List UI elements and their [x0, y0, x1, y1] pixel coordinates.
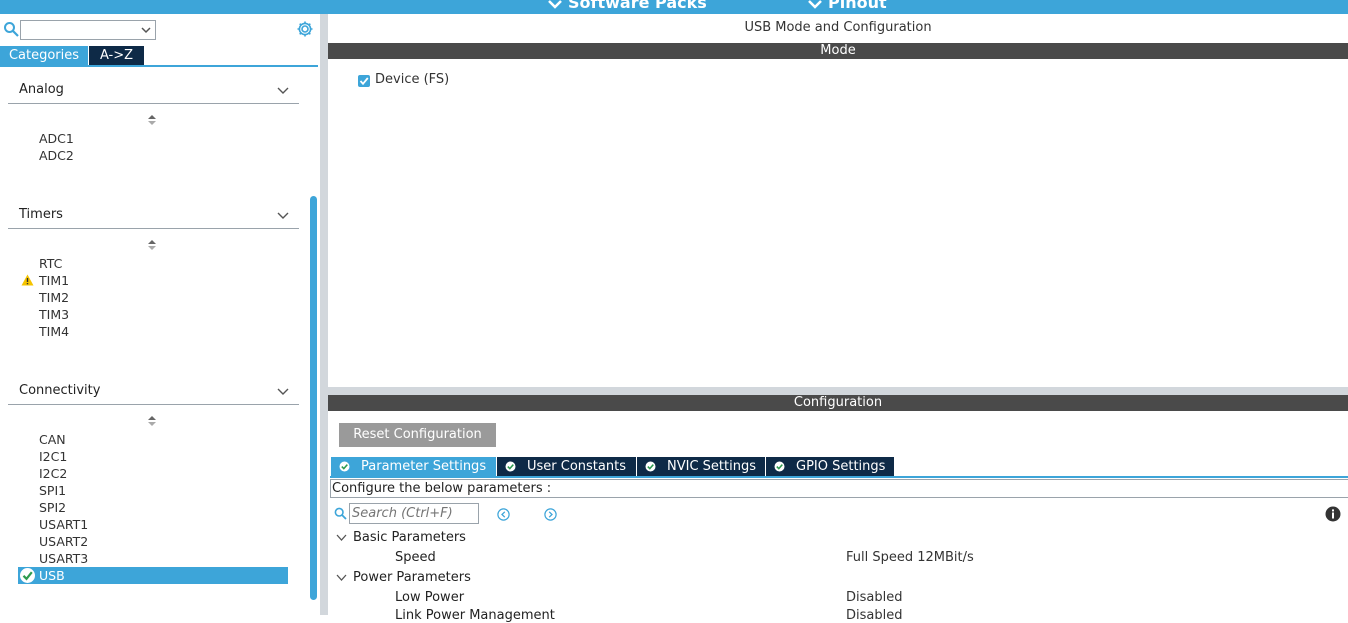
list-item-tim1[interactable]: TIM1	[39, 272, 69, 289]
category-search-combo[interactable]	[20, 20, 156, 40]
list-item-tim4[interactable]: TIM4	[39, 323, 69, 340]
chevron-down-icon[interactable]	[277, 87, 289, 95]
tab-a-z[interactable]: A->Z	[89, 46, 144, 65]
sidebar-scrollbar-thumb[interactable]	[310, 196, 317, 600]
chevron-down-icon[interactable]	[277, 388, 289, 396]
reset-configuration-button[interactable]: Reset Configuration	[339, 423, 496, 447]
param-group-power[interactable]: Power Parameters	[353, 570, 471, 585]
software-packs-menu[interactable]: Software Packs	[548, 0, 707, 12]
list-item-label: USB	[39, 568, 65, 583]
tab-label: NVIC Settings	[667, 459, 756, 474]
gear-icon[interactable]	[296, 20, 314, 38]
list-item-i2c1[interactable]: I2C1	[39, 448, 67, 465]
software-packs-label: Software Packs	[568, 0, 707, 12]
tab-user-constants[interactable]: User Constants	[497, 457, 636, 476]
config-tab-underline	[330, 476, 1348, 478]
section-header-timers[interactable]: Timers	[8, 206, 299, 229]
section-header-analog[interactable]: Analog	[8, 81, 299, 104]
next-icon[interactable]	[544, 508, 557, 521]
tab-underline	[0, 65, 318, 67]
param-name-link-power: Link Power Management	[395, 608, 555, 623]
list-item-adc2[interactable]: ADC2	[39, 147, 74, 164]
info-icon[interactable]	[1325, 506, 1341, 522]
list-item-usart3[interactable]: USART3	[39, 550, 88, 567]
top-menu-bar: Software Packs Pinout	[0, 0, 1348, 14]
chevron-down-icon[interactable]	[336, 534, 347, 542]
search-icon[interactable]	[3, 21, 19, 37]
chevron-down-icon	[548, 0, 562, 9]
param-group-basic[interactable]: Basic Parameters	[353, 530, 466, 545]
pinout-label: Pinout	[828, 0, 887, 12]
configure-hint: Configure the below parameters :	[330, 479, 1348, 498]
parameter-search-input[interactable]	[352, 505, 476, 522]
page-title: USB Mode and Configuration	[744, 20, 932, 35]
sort-icon[interactable]	[148, 240, 156, 250]
tab-label: User Constants	[527, 459, 626, 474]
list-item-usart1[interactable]: USART1	[39, 516, 88, 533]
device-fs-label[interactable]: Device (FS)	[375, 72, 449, 87]
list-item-adc1[interactable]: ADC1	[39, 130, 74, 147]
chevron-down-icon[interactable]	[277, 212, 289, 220]
section-title: Analog	[19, 82, 64, 97]
chevron-down-icon	[808, 0, 822, 9]
section-title: Connectivity	[19, 383, 101, 398]
mode-config-splitter[interactable]	[328, 387, 1348, 395]
list-item-rtc[interactable]: RTC	[39, 255, 62, 272]
tab-parameter-settings[interactable]: Parameter Settings	[331, 457, 496, 476]
warning-icon	[21, 274, 34, 286]
check-circle-icon	[20, 568, 35, 583]
tab-nvic-settings[interactable]: NVIC Settings	[637, 457, 765, 476]
check-circle-icon	[645, 461, 656, 472]
search-icon	[334, 507, 347, 520]
mode-header: Mode	[328, 43, 1348, 59]
param-value-low-power[interactable]: Disabled	[846, 590, 902, 605]
list-item-can[interactable]: CAN	[39, 431, 66, 448]
check-circle-icon	[339, 461, 350, 472]
list-item-tim2[interactable]: TIM2	[39, 289, 69, 306]
category-search-row: Categories A->Z	[0, 16, 320, 65]
list-item-spi1[interactable]: SPI1	[39, 482, 66, 499]
previous-icon[interactable]	[497, 508, 510, 521]
tab-label: Parameter Settings	[361, 459, 487, 474]
section-title: Timers	[19, 207, 63, 222]
list-item-usart2[interactable]: USART2	[39, 533, 88, 550]
chevron-down-icon[interactable]	[141, 27, 151, 34]
tab-categories[interactable]: Categories	[0, 46, 88, 65]
sort-icon[interactable]	[148, 115, 156, 125]
sort-icon[interactable]	[148, 416, 156, 426]
param-name-speed: Speed	[395, 550, 436, 565]
param-value-link-power[interactable]: Disabled	[846, 608, 902, 623]
parameter-search-box	[349, 503, 479, 524]
checkmark-icon	[359, 77, 369, 86]
list-item-tim3[interactable]: TIM3	[39, 306, 69, 323]
param-value-speed[interactable]: Full Speed 12MBit/s	[846, 550, 974, 565]
list-item-spi2[interactable]: SPI2	[39, 499, 66, 516]
tab-label: GPIO Settings	[796, 459, 886, 474]
section-header-connectivity[interactable]: Connectivity	[8, 382, 299, 405]
configure-hint-text: Configure the below parameters :	[332, 481, 552, 496]
list-item-usb-selected[interactable]: USB	[18, 567, 288, 584]
check-circle-icon	[505, 461, 516, 472]
device-fs-checkbox[interactable]	[358, 75, 370, 87]
panel-splitter[interactable]	[320, 14, 328, 615]
configuration-header: Configuration	[328, 395, 1348, 411]
check-circle-icon	[774, 461, 785, 472]
pinout-menu[interactable]: Pinout	[808, 0, 887, 12]
list-item-i2c2[interactable]: I2C2	[39, 465, 67, 482]
mode-area	[328, 59, 1348, 387]
tab-gpio-settings[interactable]: GPIO Settings	[766, 457, 894, 476]
chevron-down-icon[interactable]	[336, 574, 347, 582]
param-name-low-power: Low Power	[395, 590, 465, 605]
